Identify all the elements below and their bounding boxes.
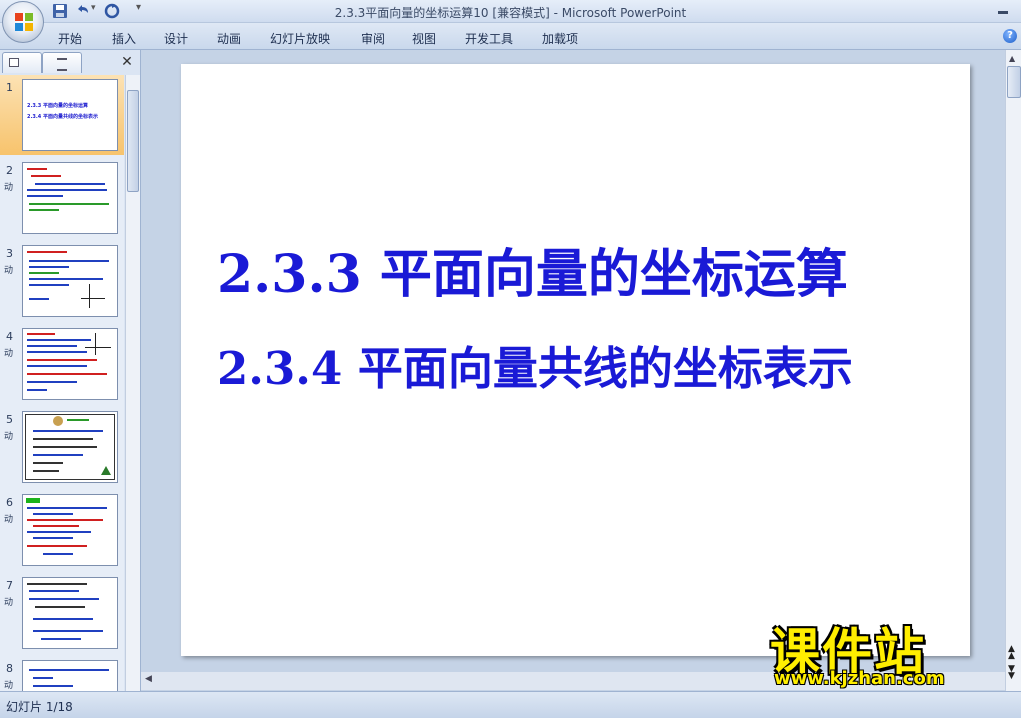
next-slide-icon[interactable]: ▼ ▼ [1008,665,1015,681]
slide-number: 1 [6,81,13,94]
slide-thumbnails: 1 2.3.3 平面向量的坐标运算 2.3.4 平面向量共线的坐标表示 2 动 … [0,75,124,691]
thumb-title-line-1: 2.3.3 平面向量的坐标运算 [27,103,88,109]
slide-preview [22,494,118,566]
tab-review[interactable]: 审阅 [361,30,385,47]
animation-marker: 动 [4,349,14,359]
slide-scrollbar[interactable]: ▲ ▲ ▲ ▼ ▼ [1005,50,1021,691]
slide-number: 7 [6,579,13,592]
slide-title-line-2[interactable]: 2.3.4 平面向量共线的坐标表示 [217,332,853,397]
previous-slide-icon[interactable]: ▲ ▲ [1008,645,1015,661]
tab-addins[interactable]: 加载项 [542,30,578,47]
outline-tab[interactable] [42,52,82,73]
scroll-up-icon[interactable]: ▲ [1009,54,1015,63]
slide-thumbnail[interactable]: 2 动 [0,158,124,238]
slide-thumbnail[interactable]: 6 动 [0,490,124,570]
thumb-title-line-2: 2.3.4 平面向量共线的坐标表示 [27,114,98,120]
slide-preview [22,328,118,400]
tab-insert[interactable]: 插入 [112,30,136,47]
office-logo-icon [15,13,33,31]
thumbnails-scroll-thumb[interactable] [127,90,139,192]
animation-marker: 动 [4,515,14,525]
slide-preview [22,577,118,649]
slide-number: 3 [6,247,13,260]
slide-preview: 2.3.3 平面向量的坐标运算 2.3.4 平面向量共线的坐标表示 [22,79,118,151]
slide-thumbnail[interactable]: 1 2.3.3 平面向量的坐标运算 2.3.4 平面向量共线的坐标表示 [0,75,124,155]
slide-number: 6 [6,496,13,509]
slide-thumbnail[interactable]: 4 动 [0,324,124,404]
slide-thumbnail[interactable]: 7 动 [0,573,124,653]
slide-preview [22,411,118,483]
slide-number: 5 [6,413,13,426]
slide-preview [22,660,118,691]
slide-counter: 幻灯片 1/18 [6,700,73,714]
tab-slideshow[interactable]: 幻灯片放映 [270,30,330,47]
office-button[interactable] [2,1,44,43]
current-slide[interactable]: 2.3.3 平面向量的坐标运算 2.3.4 平面向量共线的坐标表示 [181,64,970,656]
slide-thumbnail[interactable]: 3 动 [0,241,124,321]
minimize-button[interactable] [990,2,1016,18]
slide-thumb-icon [9,58,19,67]
slide-preview [22,245,118,317]
watermark: 课件站 www.kjzhan.com [770,612,1006,692]
animation-marker: 动 [4,432,14,442]
help-icon[interactable]: ? [1003,29,1017,43]
scroll-left-icon[interactable]: ◀ [145,674,152,684]
animation-marker: 动 [4,681,14,691]
tab-view[interactable]: 视图 [412,30,436,47]
outline-icon [57,58,67,71]
tab-developer[interactable]: 开发工具 [465,30,513,47]
slide-number: 8 [6,662,13,675]
slide-scroll-thumb[interactable] [1007,66,1021,98]
watermark-url: www.kjzhan.com [774,668,945,689]
status-bar: 幻灯片 1/18 [0,691,1021,718]
slide-thumbnail[interactable]: 5 动 [0,407,124,487]
tab-animations[interactable]: 动画 [217,30,241,47]
slide-number: 4 [6,330,13,343]
animation-marker: 动 [4,598,14,608]
slide-preview [22,162,118,234]
window-title: 2.3.3平面向量的坐标运算10 [兼容模式] - Microsoft Powe… [334,6,687,20]
close-icon[interactable]: ✕ [120,55,134,69]
tab-home[interactable]: 开始 [58,30,82,47]
slide-thumbnail[interactable]: 8 动 [0,656,124,691]
slides-tab[interactable] [2,52,42,73]
slide-title-line-1[interactable]: 2.3.3 平面向量的坐标运算 [217,232,848,307]
slide-number: 2 [6,164,13,177]
animation-marker: 动 [4,266,14,276]
animation-marker: 动 [4,183,14,193]
tab-design[interactable]: 设计 [164,30,188,47]
